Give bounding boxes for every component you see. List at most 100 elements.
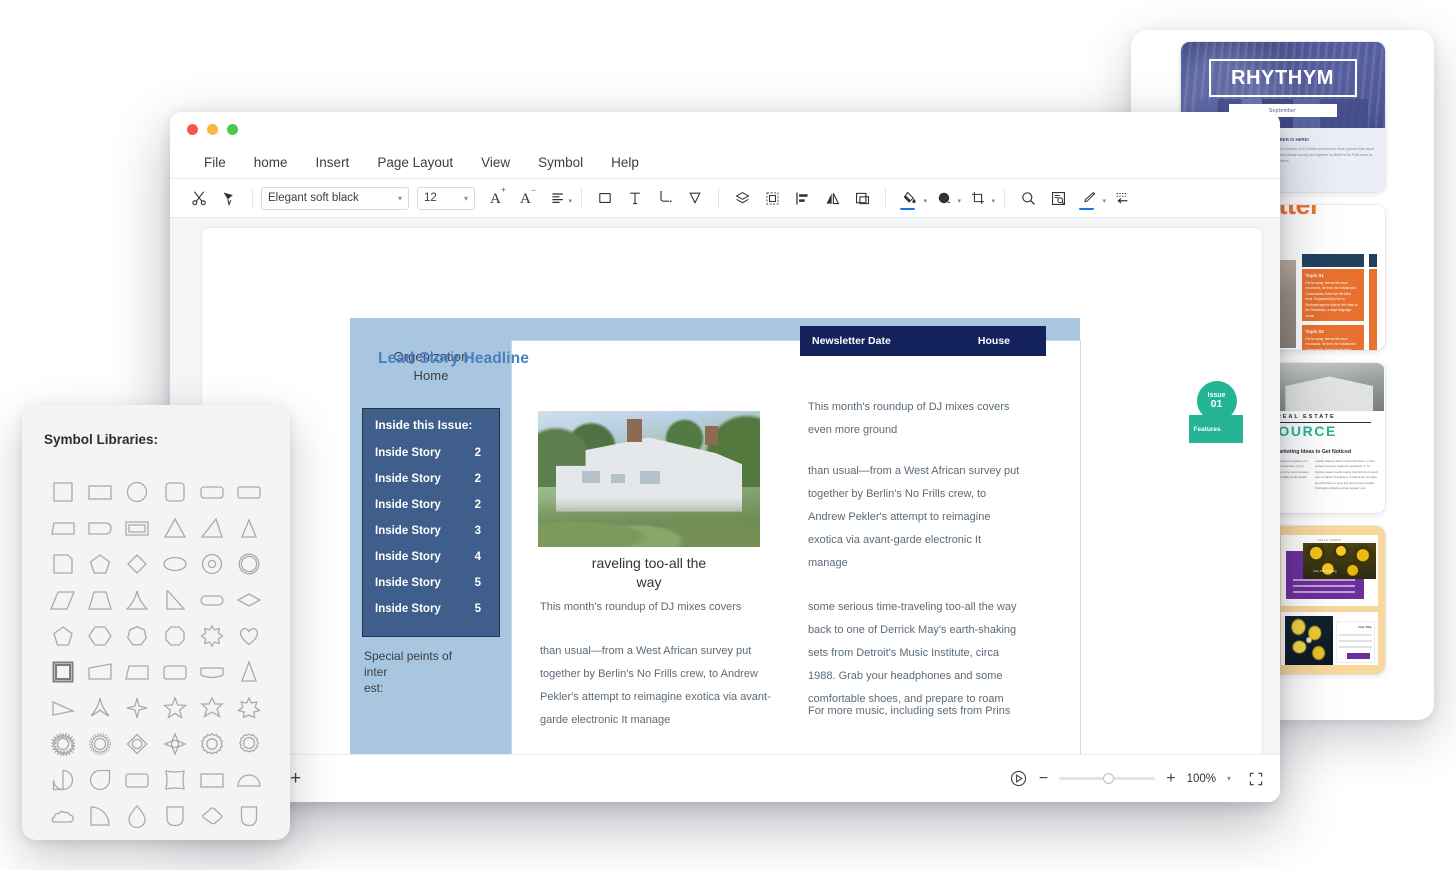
shape-diamond[interactable]	[122, 551, 152, 577]
shape-pie[interactable]	[48, 767, 78, 793]
menu-item-insert[interactable]: Insert	[302, 150, 364, 175]
menu-item-file[interactable]: File	[190, 150, 240, 175]
shape-fill-button[interactable]: ▾	[928, 183, 962, 213]
search-button[interactable]	[1013, 183, 1043, 213]
newsletter-document[interactable]: Orgenization Home Inside this Issue: Ins…	[350, 318, 1080, 754]
shape-parallelogram-soft[interactable]	[48, 515, 78, 541]
shape-parallelogram[interactable]	[48, 587, 78, 613]
shape-square[interactable]	[48, 479, 78, 505]
shape-ellipse[interactable]	[159, 551, 189, 577]
shape-triangle-right[interactable]	[197, 515, 227, 541]
shape-rectangle[interactable]	[85, 479, 115, 505]
shape-cloud[interactable]	[48, 803, 78, 829]
shape-triangle-slim[interactable]	[48, 695, 78, 721]
shape-double-rectangle[interactable]	[122, 515, 152, 541]
chevron-down-icon[interactable]: ▾	[1227, 774, 1231, 783]
group-objects-button[interactable]	[757, 183, 787, 213]
shape-heart[interactable]	[234, 623, 264, 649]
shape-leaf[interactable]	[85, 767, 115, 793]
paragraph-align-button[interactable]: ▾	[543, 183, 573, 213]
shape-star-6[interactable]	[197, 695, 227, 721]
shape-rhombus[interactable]	[234, 587, 264, 613]
shape-triangle[interactable]	[159, 515, 189, 541]
shape-half-circle[interactable]	[234, 767, 264, 793]
add-page-button[interactable]: +	[290, 768, 301, 790]
shape-donut-small[interactable]	[197, 551, 227, 577]
shape-star-burst-8[interactable]	[197, 623, 227, 649]
shape-curved-banner[interactable]	[197, 659, 227, 685]
shape-rounded-square[interactable]	[159, 479, 189, 505]
menu-item-view[interactable]: View	[467, 150, 524, 175]
document-page[interactable]: Orgenization Home Inside this Issue: Ins…	[202, 228, 1262, 754]
flip-button[interactable]	[817, 183, 847, 213]
zoom-out-button[interactable]: −	[1039, 770, 1048, 788]
shape-rounded-rect[interactable]	[122, 767, 152, 793]
shape-quarter-circle[interactable]	[85, 803, 115, 829]
menu-item-page-layout[interactable]: Page Layout	[363, 150, 467, 175]
shape-trapezoid[interactable]	[85, 587, 115, 613]
shape-pill[interactable]	[197, 587, 227, 613]
zoom-in-button[interactable]: +	[1166, 770, 1175, 788]
shape-square-framed[interactable]	[48, 659, 78, 685]
shape-pentagon-flat[interactable]	[48, 623, 78, 649]
zoom-slider-handle[interactable]	[1103, 773, 1115, 784]
menu-item-help[interactable]: Help	[597, 150, 653, 175]
insert-shape-button[interactable]	[590, 183, 620, 213]
shape-gear-ring[interactable]	[234, 731, 264, 757]
shape-star-4-circle[interactable]	[159, 731, 189, 757]
shape-shield-round[interactable]	[159, 803, 189, 829]
shape-teardrop[interactable]	[122, 803, 152, 829]
shape-triangle-curved[interactable]	[122, 587, 152, 613]
shape-circle[interactable]	[122, 479, 152, 505]
zoom-level-value[interactable]: 100%	[1187, 773, 1216, 785]
shape-triangle-narrow[interactable]	[234, 515, 264, 541]
symbol-libraries-panel[interactable]: Symbol Libraries:	[22, 405, 290, 840]
cut-button[interactable]	[184, 183, 214, 213]
shape-diamond-rounded[interactable]	[197, 803, 227, 829]
shape-sunburst-thin[interactable]	[48, 731, 78, 757]
shape-star-7[interactable]	[234, 695, 264, 721]
canvas-area[interactable]: Orgenization Home Inside this Issue: Ins…	[170, 218, 1280, 754]
decrease-font-size-button[interactable]: A−	[513, 183, 543, 213]
increase-font-size-button[interactable]: A+	[483, 183, 513, 213]
shape-right-triangle[interactable]	[159, 587, 189, 613]
shape-grid[interactable]	[22, 479, 290, 829]
shape-pillow[interactable]	[159, 767, 189, 793]
shape-octagon[interactable]	[159, 623, 189, 649]
highlighter-button[interactable]: ▾	[1073, 183, 1107, 213]
shape-rounded-rect-flat[interactable]	[159, 659, 189, 685]
shape-shield[interactable]	[234, 803, 264, 829]
shape-diamond-circle[interactable]	[122, 731, 152, 757]
present-icon[interactable]	[1009, 769, 1028, 788]
layers-button[interactable]	[727, 183, 757, 213]
email-cta-button[interactable]	[1346, 653, 1370, 659]
fill-color-button[interactable]: ▾	[894, 183, 928, 213]
shape-gear-fine[interactable]	[85, 731, 115, 757]
menu-item-home[interactable]: home	[240, 150, 302, 175]
shape-donut-large[interactable]	[234, 551, 264, 577]
fullscreen-icon[interactable]	[1248, 771, 1264, 787]
shape-gear-12[interactable]	[197, 731, 227, 757]
font-family-select[interactable]: Elegant soft black ▾	[261, 186, 409, 210]
shape-tab[interactable]	[85, 515, 115, 541]
shape-pentagon[interactable]	[85, 551, 115, 577]
insert-text-button[interactable]	[620, 183, 650, 213]
zoom-slider[interactable]	[1059, 773, 1156, 784]
format-painter-button[interactable]	[214, 183, 244, 213]
shape-rounded-rectangle-wide[interactable]	[234, 479, 264, 505]
shape-tri-star-concave[interactable]	[85, 695, 115, 721]
menu-item-symbol[interactable]: Symbol	[524, 150, 597, 175]
align-left-button[interactable]	[787, 183, 817, 213]
maximize-window-button[interactable]	[227, 123, 238, 135]
shape-star-5[interactable]	[159, 695, 189, 721]
insert-connector-button[interactable]	[650, 183, 680, 213]
frame-button[interactable]	[847, 183, 877, 213]
shape-trapezoid-flat[interactable]	[122, 659, 152, 685]
shape-star-4[interactable]	[122, 695, 152, 721]
shape-heptagon[interactable]	[122, 623, 152, 649]
shape-hexagon[interactable]	[85, 623, 115, 649]
shape-rectangle-plain[interactable]	[197, 767, 227, 793]
minimize-window-button[interactable]	[207, 123, 218, 135]
pointer-tool-button[interactable]	[680, 183, 710, 213]
find-replace-button[interactable]	[1043, 183, 1073, 213]
